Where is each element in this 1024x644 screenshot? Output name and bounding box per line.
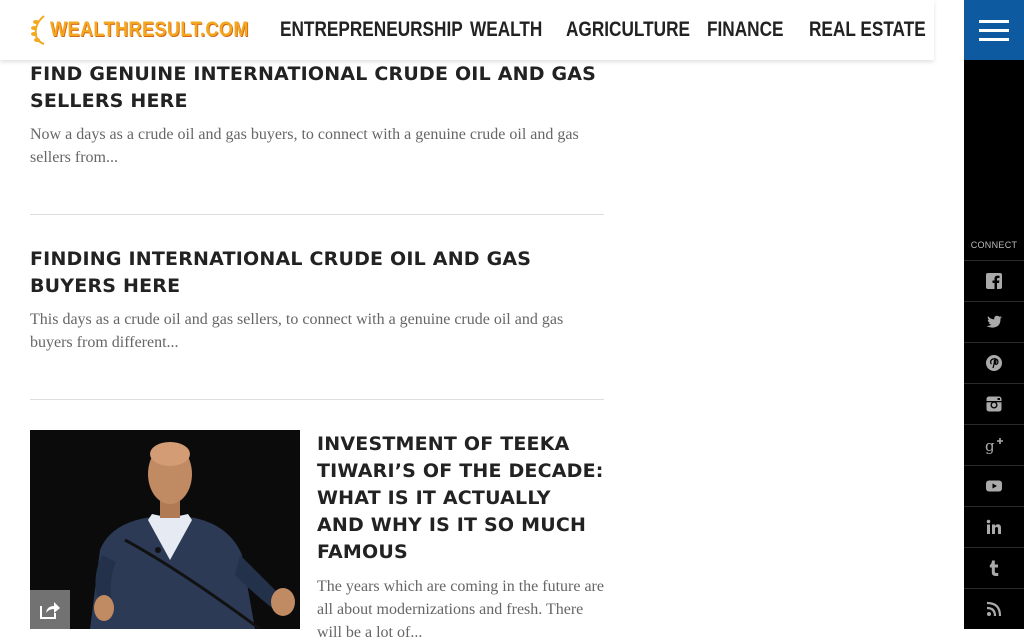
google-plus-link[interactable]: g bbox=[964, 424, 1024, 465]
linkedin-link[interactable] bbox=[964, 506, 1024, 547]
twitter-link[interactable] bbox=[964, 301, 1024, 342]
nav-item-finance[interactable]: FINANCE bbox=[707, 18, 784, 42]
rss-icon bbox=[986, 601, 1002, 617]
article-item: FINDING INTERNATIONAL CRUDE OIL AND GAS … bbox=[30, 246, 604, 354]
main-nav: ENTREPRENEURSHIP WEALTH AGRICULTURE FINA… bbox=[280, 0, 941, 60]
tumblr-icon bbox=[989, 560, 999, 576]
facebook-icon bbox=[986, 273, 1002, 290]
site-header: WEALTHRESULT.COM ENTREPRENEURSHIP WEALTH… bbox=[0, 0, 934, 60]
instagram-icon bbox=[986, 396, 1002, 412]
article-excerpt: The years which are coming in the future… bbox=[317, 578, 604, 641]
svg-text:g: g bbox=[985, 437, 995, 454]
hamburger-icon bbox=[979, 17, 1009, 44]
linkedin-icon bbox=[986, 519, 1001, 534]
speaker-photo-image bbox=[30, 430, 300, 629]
menu-button[interactable] bbox=[964, 0, 1024, 60]
article-item: INVESTMENT OF TEEKA TIWARI’S OF THE DECA… bbox=[317, 431, 604, 644]
share-button[interactable] bbox=[30, 590, 70, 629]
laurel-icon bbox=[31, 15, 45, 45]
logo-text: WEALTHRESULT.COM bbox=[50, 18, 249, 41]
nav-item-wealth[interactable]: WEALTH bbox=[470, 18, 542, 42]
pinterest-icon bbox=[986, 355, 1002, 371]
tumblr-link[interactable] bbox=[964, 547, 1024, 588]
google-plus-icon: g bbox=[985, 437, 1003, 454]
pinterest-link[interactable] bbox=[964, 342, 1024, 383]
article-title[interactable]: FIND GENUINE INTERNATIONAL CRUDE OIL AND… bbox=[30, 61, 604, 115]
divider bbox=[30, 399, 604, 400]
nav-item-entrepreneurship[interactable]: ENTREPRENEURSHIP bbox=[280, 18, 463, 42]
nav-item-agriculture[interactable]: AGRICULTURE bbox=[566, 18, 690, 42]
connect-label: CONNECT bbox=[970, 240, 1018, 250]
site-logo[interactable]: WEALTHRESULT.COM bbox=[30, 12, 281, 48]
youtube-icon bbox=[986, 480, 1002, 492]
social-sidebar: CONNECT g bbox=[964, 60, 1024, 629]
share-icon bbox=[40, 601, 60, 619]
article-thumbnail[interactable] bbox=[30, 430, 300, 629]
article-title[interactable]: INVESTMENT OF TEEKA TIWARI’S OF THE DECA… bbox=[317, 431, 604, 566]
article-excerpt: This days as a crude oil and gas sellers… bbox=[30, 311, 564, 351]
nav-item-real-estate[interactable]: REAL ESTATE bbox=[809, 18, 926, 42]
facebook-link[interactable] bbox=[964, 260, 1024, 301]
rss-link[interactable] bbox=[964, 588, 1024, 629]
twitter-icon bbox=[986, 315, 1002, 328]
article-excerpt: Now a days as a crude oil and gas buyers… bbox=[30, 126, 579, 166]
article-item: FIND GENUINE INTERNATIONAL CRUDE OIL AND… bbox=[30, 61, 604, 169]
divider bbox=[30, 214, 604, 215]
article-title[interactable]: FINDING INTERNATIONAL CRUDE OIL AND GAS … bbox=[30, 246, 604, 300]
youtube-link[interactable] bbox=[964, 465, 1024, 506]
instagram-link[interactable] bbox=[964, 383, 1024, 424]
